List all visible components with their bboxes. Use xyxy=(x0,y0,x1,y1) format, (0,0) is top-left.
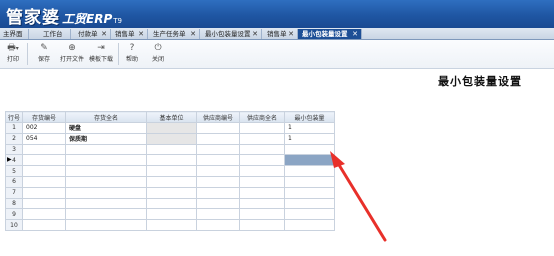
annotation-arrow-head xyxy=(330,151,345,168)
annotation-arrow-shaft xyxy=(334,158,387,242)
annotation-arrow xyxy=(330,151,387,242)
